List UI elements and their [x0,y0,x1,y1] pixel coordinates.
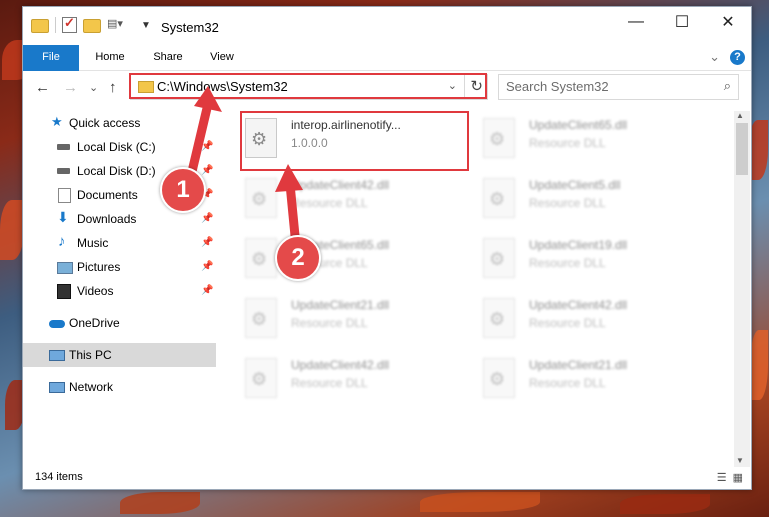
arrow-1-head [194,86,222,112]
step-2-badge: 2 [275,235,321,281]
step-1-badge: 1 [160,167,206,213]
arrow-2-head [275,164,303,192]
annotation-arrows [185,86,303,247]
